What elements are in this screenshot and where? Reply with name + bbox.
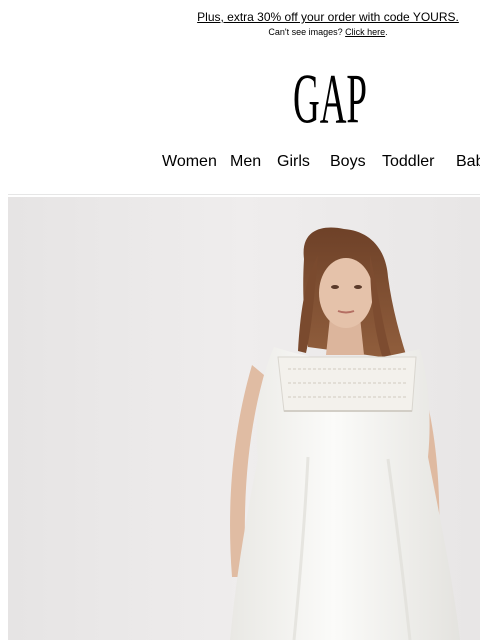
nav-item-boys[interactable]: Boys [330, 152, 366, 172]
lace-yoke [277, 356, 417, 412]
nav-item-baby[interactable]: Bab [456, 152, 480, 172]
face-shape [319, 258, 373, 328]
images-note-text: Can't see images? [268, 27, 343, 37]
images-note-end: . [385, 27, 388, 37]
promo-banner: Plus, extra 30% off your order with code… [180, 10, 476, 38]
eye-right [354, 285, 362, 289]
eye-left [331, 285, 339, 289]
images-note: Can't see images? Click here. [180, 27, 476, 38]
promo-link[interactable]: Plus, extra 30% off your order with code… [180, 10, 476, 24]
hero-image[interactable] [8, 197, 480, 640]
email-page: Plus, extra 30% off your order with code… [0, 0, 480, 640]
hero-photo [8, 197, 480, 640]
nav-item-girls[interactable]: Girls [277, 152, 310, 172]
header-divider [8, 194, 480, 195]
logo-text: GAP [293, 66, 367, 130]
nav-item-toddler[interactable]: Toddler [382, 152, 434, 172]
nav-item-men[interactable]: Men [230, 152, 261, 172]
nav-item-women[interactable]: Women [162, 152, 217, 172]
click-here-link[interactable]: Click here [345, 27, 385, 37]
gap-logo[interactable]: GAP [290, 66, 370, 130]
category-nav: Women Men Girls Boys Toddler Bab [0, 152, 480, 172]
